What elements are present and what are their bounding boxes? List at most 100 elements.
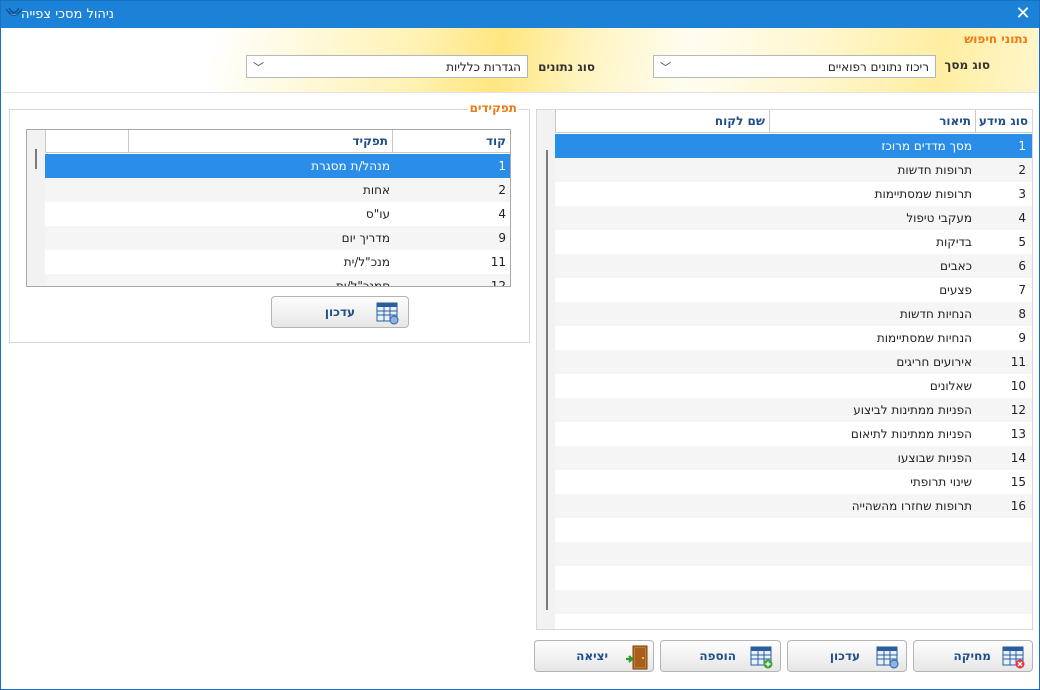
table-row[interactable]: 1 מסך מדדים מרוכז [555,134,1032,158]
table-row[interactable]: 12 הפניות ממתינות לביצוע [555,398,1032,422]
roles-col-code[interactable]: קוד [392,130,510,153]
info-type: 6 [1018,259,1026,273]
chevron-down-icon: ﹀ [660,61,671,74]
info-type: 3 [1018,187,1026,201]
info-type: 12 [1010,403,1026,417]
table-row[interactable]: 10 שאלונים [555,374,1032,398]
table-add-icon [750,646,773,669]
info-type: 14 [1010,451,1026,465]
info-customer [566,230,766,254]
info-description: מעקבי טיפול [906,211,972,225]
table-row[interactable]: 15 שינוי תרופתי [555,470,1032,494]
roles-col-role[interactable]: תפקיד [128,130,392,153]
info-type: 4 [1018,211,1026,225]
roles-update-button[interactable]: עדכון [271,296,409,328]
title-bar: ניהול מסכי צפייה ✕ [1,1,1039,28]
role-code: 2 [498,183,506,197]
info-type: 9 [1018,331,1026,345]
info-scrollbar[interactable] [537,110,555,629]
info-col-description[interactable]: תיאור [769,110,975,133]
info-customer [566,302,766,326]
table-row[interactable]: 4 מעקבי טיפול [555,206,1032,230]
screen-type-label: סוג מסך [944,58,990,72]
roles-group: תפקידים קוד תפקיד 1 מנהל/ת מסגרת 2 אחות [9,101,530,343]
table-row[interactable]: 8 הנחיות חדשות [555,302,1032,326]
roles-header: קוד תפקיד [45,130,510,153]
info-scroll-thumb[interactable] [546,150,548,610]
roles-scroll-thumb[interactable] [35,149,37,169]
update-label: עדכון [829,649,860,663]
table-row[interactable]: 7 פצעים [555,278,1032,302]
role-name: מנהל/ת מסגרת [311,159,390,173]
info-header: סוג מידע תיאור שם לקוח [555,110,1032,133]
info-customer [566,398,766,422]
table-row[interactable]: 13 הפניות ממתינות לתיאום [555,422,1032,446]
data-type-select[interactable]: הגדרות כלליות ﹀ [246,55,528,78]
empty-row [555,566,1032,590]
data-type-label: סוג נתונים [538,60,595,74]
roles-title: תפקידים [467,101,519,115]
delete-label: מחיקה [953,649,991,663]
delete-button[interactable]: מחיקה [913,640,1033,672]
info-customer [566,326,766,350]
info-customer [566,134,766,158]
table-row[interactable]: 14 הפניות שבוצעו [555,446,1032,470]
info-types-group: סוג מידע תיאור שם לקוח 1 מסך מדדים מרוכז… [536,109,1033,630]
info-customer [566,206,766,230]
info-type: 10 [1010,379,1026,393]
info-description: הפניות שבוצעו [897,451,972,465]
search-legend: נתוני חיפוש [964,32,1028,46]
info-type: 1 [1018,139,1026,153]
role-code: 12 [490,279,506,287]
table-row[interactable]: 2 תרופות חדשות [555,158,1032,182]
table-row[interactable]: 1 מנהל/ת מסגרת [45,154,510,178]
info-col-type[interactable]: סוג מידע [975,110,1032,133]
role-code: 9 [498,231,506,245]
empty-row [555,518,1032,542]
role-code: 1 [498,159,506,173]
roles-scrollbar[interactable] [27,130,45,286]
role-name: סמנכ"ל/ית [335,279,390,287]
info-type: 5 [1018,235,1026,249]
table-row[interactable]: 5 בדיקות [555,230,1032,254]
exit-button[interactable]: יציאה [534,640,654,672]
table-row[interactable]: 11 אירועים חריגים [555,350,1032,374]
update-button[interactable]: עדכון [787,640,907,672]
roles-grid: קוד תפקיד 1 מנהל/ת מסגרת 2 אחות 4 עו"ס 9… [26,129,511,287]
add-button[interactable]: הוספה [660,640,781,672]
table-row[interactable]: 3 תרופות שמסתיימות [555,182,1032,206]
role-name: אחות [362,183,390,197]
info-description: הפניות ממתינות לביצוע [853,403,972,417]
role-name: עו"ס [365,207,390,221]
screen-type-select[interactable]: ריכוז נתונים רפואיים ﹀ [653,55,936,78]
app-window: ניהול מסכי צפייה ✕ נתוני חיפוש סוג מסך ר… [0,0,1040,690]
table-row[interactable]: 6 כאבים [555,254,1032,278]
info-description: תרופות שמסתיימות [874,187,972,201]
info-col-customer[interactable]: שם לקוח [555,110,769,133]
info-type: 11 [1010,355,1026,369]
info-customer [566,374,766,398]
info-description: מסך מדדים מרוכז [881,139,972,153]
table-row[interactable]: 11 מנכ"ל/ית [45,250,510,274]
table-row[interactable]: 4 עו"ס [45,202,510,226]
info-customer [566,158,766,182]
info-type: 13 [1010,427,1026,441]
table-row[interactable]: 9 הנחיות שמסתיימות [555,326,1032,350]
info-body: 1 מסך מדדים מרוכז 2 תרופות חדשות 3 תרופו… [555,134,1032,629]
table-edit-icon [876,646,899,669]
info-description: הנחיות שמסתיימות [876,331,972,345]
close-icon[interactable]: ✕ [1013,4,1033,24]
search-panel: נתוני חיפוש סוג מסך ריכוז נתונים רפואיים… [2,28,1038,93]
table-row[interactable]: 2 אחות [45,178,510,202]
window-title: ניהול מסכי צפייה [21,7,114,22]
info-type: 16 [1010,499,1026,513]
role-code: 4 [498,207,506,221]
screen-type-value: ריכוז נתונים רפואיים [827,60,929,74]
table-row[interactable]: 16 תרופות שחזרו מהשהייה [555,494,1032,518]
info-description: תרופות שחזרו מהשהייה [851,499,972,513]
table-row[interactable]: 12 סמנכ"ל/ית [45,274,510,287]
info-type: 7 [1018,283,1026,297]
add-label: הוספה [699,649,736,663]
table-row[interactable]: 9 מדריך יום [45,226,510,250]
chevron-down-icon: ﹀ [253,61,264,74]
